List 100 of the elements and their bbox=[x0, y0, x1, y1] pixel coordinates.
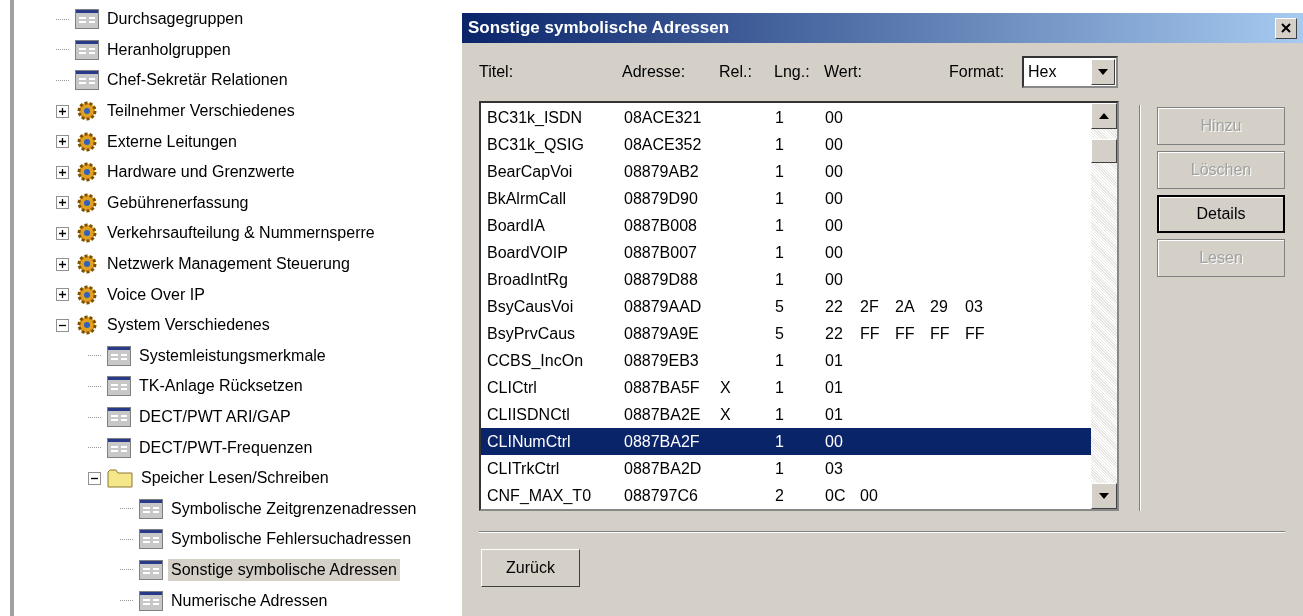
list-row[interactable]: CLITrkCtrl 0887BA2D 1 03 bbox=[481, 455, 1091, 483]
address-cell-text: 088797C6 bbox=[624, 486, 699, 505]
expander-icon[interactable] bbox=[56, 318, 69, 332]
expander-icon[interactable] bbox=[88, 471, 101, 485]
column-header: Adresse: bbox=[622, 63, 687, 81]
rel-cell-text: X bbox=[720, 405, 732, 424]
value-cell-text: 22 bbox=[825, 298, 844, 317]
scroll-up-icon bbox=[1099, 113, 1109, 119]
list-row[interactable]: CLIISDNCtl 0887BA2E X 1 01 bbox=[481, 401, 1091, 429]
list-row[interactable]: BoardVOIP 0887B007 1 00 bbox=[481, 239, 1091, 267]
tree-item[interactable]: Systemleistungsmerkmale bbox=[136, 344, 329, 367]
tree-item[interactable]: Gebührenerfassung bbox=[104, 191, 252, 214]
address-cell-text: 08879D88 bbox=[624, 271, 699, 290]
list-row[interactable]: BC31k_ISDN 08ACE321 1 00 bbox=[481, 105, 1091, 132]
format-dropdown[interactable]: Hex bbox=[1022, 56, 1118, 88]
address-cell-text: 0887BA2D bbox=[624, 459, 703, 478]
address-cell-text: 0887B008 bbox=[624, 217, 698, 236]
title-cell-text: BsyPrvCaus bbox=[487, 324, 577, 343]
list-row[interactable]: CNF_MAX_T0 088797C6 2 0C 00 bbox=[481, 482, 1091, 510]
title-cell-text: CLINumCtrl bbox=[487, 432, 572, 451]
address-cell-text: 08ACE321 bbox=[624, 109, 703, 128]
tree-item[interactable]: TK-Anlage Rücksetzen bbox=[136, 375, 306, 398]
form-icon bbox=[107, 345, 131, 366]
title-cell-text: CLIISDNCtl bbox=[487, 405, 571, 424]
title-cell-text: CLICtrl bbox=[487, 378, 538, 397]
value-cell-text: 01 bbox=[825, 351, 844, 370]
tree-item[interactable]: Heranholgruppen bbox=[104, 38, 234, 61]
tree-item[interactable]: Voice Over IP bbox=[104, 283, 208, 306]
back-button[interactable]: Zurück bbox=[481, 549, 580, 587]
side-button[interactable]: Details bbox=[1157, 195, 1285, 233]
list-row[interactable]: BsyPrvCaus 08879A9E 5 22 FF FF FF FF bbox=[481, 320, 1091, 348]
list-row[interactable]: BkAlrmCall 08879D90 1 00 bbox=[481, 185, 1091, 213]
folder-icon bbox=[107, 468, 133, 489]
address-cell-text: 08879EB3 bbox=[624, 351, 700, 370]
expander-icon[interactable] bbox=[56, 257, 69, 271]
form-icon bbox=[139, 590, 163, 611]
address-cell-text: 08879AAD bbox=[624, 298, 703, 317]
tree-item[interactable]: Durchsagegruppen bbox=[104, 8, 247, 31]
value-cell-text: 00 bbox=[825, 109, 844, 128]
expander-icon[interactable] bbox=[56, 135, 69, 149]
address-cell-text: 08879A9E bbox=[624, 324, 700, 343]
address-cell-text: 0887B007 bbox=[624, 244, 698, 263]
form-icon bbox=[139, 529, 163, 550]
column-header: Wert: bbox=[824, 63, 863, 81]
value-cell-text: 01 bbox=[825, 405, 844, 424]
title-cell-text: BearCapVoi bbox=[487, 163, 574, 182]
tree-item[interactable]: Symbolische Zeitgrenzenadressen bbox=[168, 497, 420, 520]
tree-item[interactable]: Sonstige symbolische Adressen bbox=[168, 559, 400, 581]
tree-item[interactable]: Chef-Sekretär Relationen bbox=[104, 69, 291, 92]
list-row[interactable]: CCBS_IncOn 08879EB3 1 01 bbox=[481, 347, 1091, 375]
length-cell-text: 1 bbox=[775, 459, 785, 478]
tree-item[interactable]: DECT/PWT ARI/GAP bbox=[136, 406, 294, 428]
tree-item[interactable]: Teilnehmer Verschiedenes bbox=[104, 100, 298, 123]
value-cell-text: 01 bbox=[825, 378, 844, 397]
expander-icon[interactable] bbox=[56, 165, 69, 179]
value-cell-text: 03 bbox=[965, 298, 984, 317]
expander-icon[interactable] bbox=[56, 104, 69, 118]
value-cell-text: 00 bbox=[825, 190, 844, 209]
expander-icon[interactable] bbox=[56, 226, 69, 240]
form-icon bbox=[107, 437, 131, 458]
list-row[interactable]: BearCapVoi 08879AB2 1 00 bbox=[481, 158, 1091, 186]
tree-item[interactable]: Verkehrsaufteilung & Nummernsperre bbox=[104, 222, 378, 245]
tree-item[interactable]: Speicher Lesen/Schreiben bbox=[138, 467, 332, 490]
list-row[interactable]: CLICtrl 0887BA5F X 1 01 bbox=[481, 374, 1091, 402]
tree-item[interactable]: Netzwerk Management Steuerung bbox=[104, 253, 353, 276]
value-cell-text: 00 bbox=[825, 271, 844, 290]
scroll-thumb[interactable] bbox=[1091, 139, 1117, 163]
tree-item[interactable]: DECT/PWT-Frequenzen bbox=[136, 436, 316, 459]
tree-item[interactable]: System Verschiedenes bbox=[104, 314, 273, 337]
list-row[interactable]: BC31k_QSIG 08ACE352 1 00 bbox=[481, 131, 1091, 159]
close-button[interactable] bbox=[1275, 17, 1297, 39]
title-cell-text: BoardVOIP bbox=[487, 244, 569, 263]
tree-item[interactable]: Symbolische Fehlersuchadressen bbox=[168, 528, 415, 551]
expander-icon[interactable] bbox=[56, 196, 69, 210]
title-cell-text: BoardIA bbox=[487, 217, 546, 236]
length-cell-text: 1 bbox=[775, 163, 785, 182]
tree-item[interactable]: Externe Leitungen bbox=[104, 130, 240, 153]
scrollbar[interactable] bbox=[1091, 103, 1117, 509]
list-row[interactable]: BsyCausVoi 08879AAD 5 22 2F 2A 29 03 bbox=[481, 293, 1091, 321]
length-cell-text: 1 bbox=[775, 405, 785, 424]
list-row[interactable]: BoardIA 0887B008 1 00 bbox=[481, 212, 1091, 240]
address-cell-text: 08879AB2 bbox=[624, 163, 700, 182]
value-cell-text: FF bbox=[895, 324, 916, 343]
column-header: Titel: bbox=[479, 63, 515, 81]
value-cell-text: 00 bbox=[825, 136, 844, 155]
value-cell-text: 00 bbox=[825, 432, 844, 451]
address-cell-text: 08879D90 bbox=[624, 190, 699, 209]
length-cell-text: 1 bbox=[775, 351, 785, 370]
tree-item[interactable]: Numerische Adressen bbox=[168, 589, 331, 612]
length-cell-text: 1 bbox=[775, 190, 785, 209]
format-label: Format: bbox=[949, 63, 1006, 81]
column-header: Lng.: bbox=[774, 63, 811, 81]
length-cell-text: 1 bbox=[775, 271, 785, 290]
title-cell-text: BkAlrmCall bbox=[487, 190, 568, 209]
list-row[interactable]: CLINumCtrl 0887BA2F 1 00 bbox=[481, 428, 1091, 456]
tree-item[interactable]: Hardware und Grenzwerte bbox=[104, 161, 298, 184]
length-cell-text: 1 bbox=[775, 244, 785, 263]
list-row[interactable]: BroadIntRg 08879D88 1 00 bbox=[481, 266, 1091, 294]
value-cell-text: 00 bbox=[825, 163, 844, 182]
expander-icon[interactable] bbox=[56, 288, 69, 302]
